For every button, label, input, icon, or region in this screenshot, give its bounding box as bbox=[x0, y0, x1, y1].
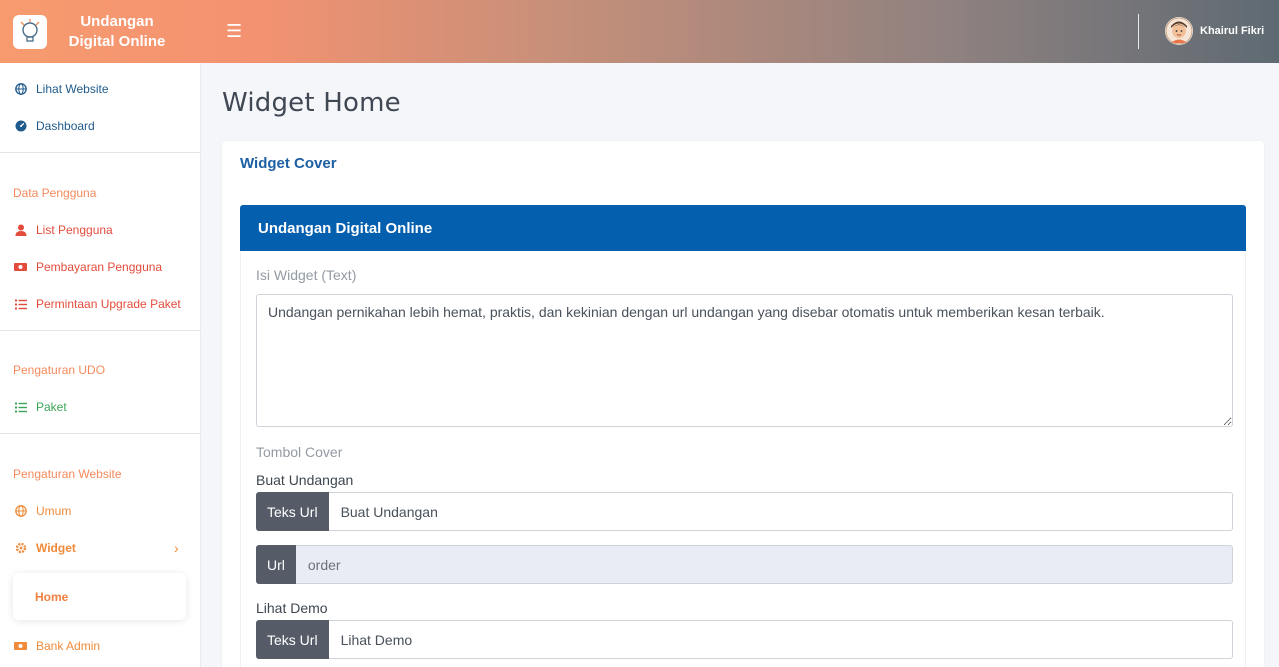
brand[interactable]: Undangan Digital Online bbox=[0, 0, 201, 63]
button2-text-input[interactable] bbox=[328, 620, 1233, 659]
globe-icon bbox=[14, 505, 27, 518]
sidebar-item-label: Home bbox=[35, 589, 69, 604]
list-icon bbox=[14, 298, 27, 311]
sidebar-item-label: Pembayaran Pengguna bbox=[36, 260, 163, 274]
user-icon bbox=[14, 224, 27, 237]
url-addon: Url bbox=[256, 545, 296, 584]
text-field-label: Isi Widget (Text) bbox=[256, 267, 357, 283]
sidebar-item-label: Lihat Website bbox=[36, 82, 109, 96]
avatar bbox=[1165, 17, 1193, 45]
text-url-addon: Teks Url bbox=[256, 492, 329, 531]
sidebar-subitem-home[interactable]: Home bbox=[13, 573, 186, 620]
panel-title: Undangan Digital Online bbox=[258, 219, 433, 237]
sidebar-item-bank-admin[interactable]: Bank Admin bbox=[14, 639, 100, 653]
button1-text-input[interactable] bbox=[328, 492, 1233, 531]
dashboard-icon bbox=[14, 120, 27, 133]
sidebar: Lihat Website Dashboard Data Pengguna Li… bbox=[0, 63, 201, 667]
brand-title-line1: Undangan bbox=[80, 12, 154, 30]
button1-url-input[interactable] bbox=[295, 545, 1233, 584]
sidebar-item-list-pengguna[interactable]: List Pengguna bbox=[14, 223, 113, 237]
button2-text-group: Teks Url bbox=[256, 620, 1233, 659]
sidebar-item-label: Dashboard bbox=[36, 119, 95, 133]
button1-title: Buat Undangan bbox=[256, 472, 354, 488]
sidebar-divider bbox=[0, 433, 201, 434]
sidebar-item-label: Umum bbox=[36, 504, 72, 518]
user-name: Khairul Fikri bbox=[1200, 25, 1265, 37]
sidebar-item-widget[interactable]: Widget bbox=[14, 541, 76, 555]
buttons-section-label: Tombol Cover bbox=[256, 444, 343, 460]
sidebar-heading-data-pengguna: Data Pengguna bbox=[13, 186, 97, 200]
text-url-addon: Teks Url bbox=[256, 620, 329, 659]
money-icon bbox=[14, 261, 27, 274]
sidebar-item-label: Permintaan Upgrade Paket bbox=[36, 297, 181, 311]
sidebar-item-paket[interactable]: Paket bbox=[14, 400, 67, 414]
money-icon bbox=[14, 640, 27, 653]
sidebar-heading-pengaturan-website: Pengaturan Website bbox=[13, 467, 122, 481]
sidebar-item-label: Paket bbox=[36, 400, 67, 414]
list-icon bbox=[14, 401, 27, 414]
widget-cover-card: Widget Cover Undangan Digital Online Isi… bbox=[222, 141, 1264, 667]
card-title: Widget Cover bbox=[240, 155, 337, 172]
gear-icon bbox=[14, 542, 27, 555]
brand-title: Undangan Digital Online bbox=[57, 12, 177, 52]
button1-text-group: Teks Url bbox=[256, 492, 1233, 531]
panel-body: Isi Widget (Text) Undangan pernikahan le… bbox=[240, 251, 1246, 667]
chevron-right-icon[interactable]: › bbox=[174, 540, 179, 556]
sidebar-item-lihat-website[interactable]: Lihat Website bbox=[14, 82, 109, 96]
sidebar-divider bbox=[0, 152, 201, 153]
globe-icon bbox=[14, 83, 27, 96]
sidebar-item-pembayaran-pengguna[interactable]: Pembayaran Pengguna bbox=[14, 260, 162, 274]
sidebar-item-permintaan-upgrade-paket[interactable]: Permintaan Upgrade Paket bbox=[14, 297, 181, 311]
sidebar-item-label: Bank Admin bbox=[36, 639, 101, 653]
button2-title: Lihat Demo bbox=[256, 600, 328, 616]
button1-url-group: Url bbox=[256, 545, 1233, 584]
panel-header: Undangan Digital Online bbox=[240, 205, 1246, 251]
sidebar-item-dashboard[interactable]: Dashboard bbox=[14, 119, 95, 133]
menu-toggle-icon[interactable]: ☰ bbox=[226, 21, 242, 42]
sidebar-item-label: Widget bbox=[36, 541, 76, 555]
topbar-divider bbox=[1138, 14, 1139, 49]
sidebar-item-umum[interactable]: Umum bbox=[14, 504, 71, 518]
top-bar: Undangan Digital Online ☰ Khairul Fikri bbox=[0, 0, 1279, 63]
page-title: Widget Home bbox=[222, 88, 401, 118]
lightbulb-logo-icon bbox=[13, 14, 47, 49]
sidebar-divider bbox=[0, 330, 201, 331]
widget-text-textarea[interactable]: Undangan pernikahan lebih hemat, praktis… bbox=[256, 294, 1233, 427]
user-menu[interactable]: Khairul Fikri bbox=[1165, 17, 1264, 45]
sidebar-item-label: List Pengguna bbox=[36, 223, 113, 237]
brand-title-line2: Digital Online bbox=[68, 32, 166, 50]
sidebar-heading-pengaturan-udo: Pengaturan UDO bbox=[13, 363, 106, 377]
